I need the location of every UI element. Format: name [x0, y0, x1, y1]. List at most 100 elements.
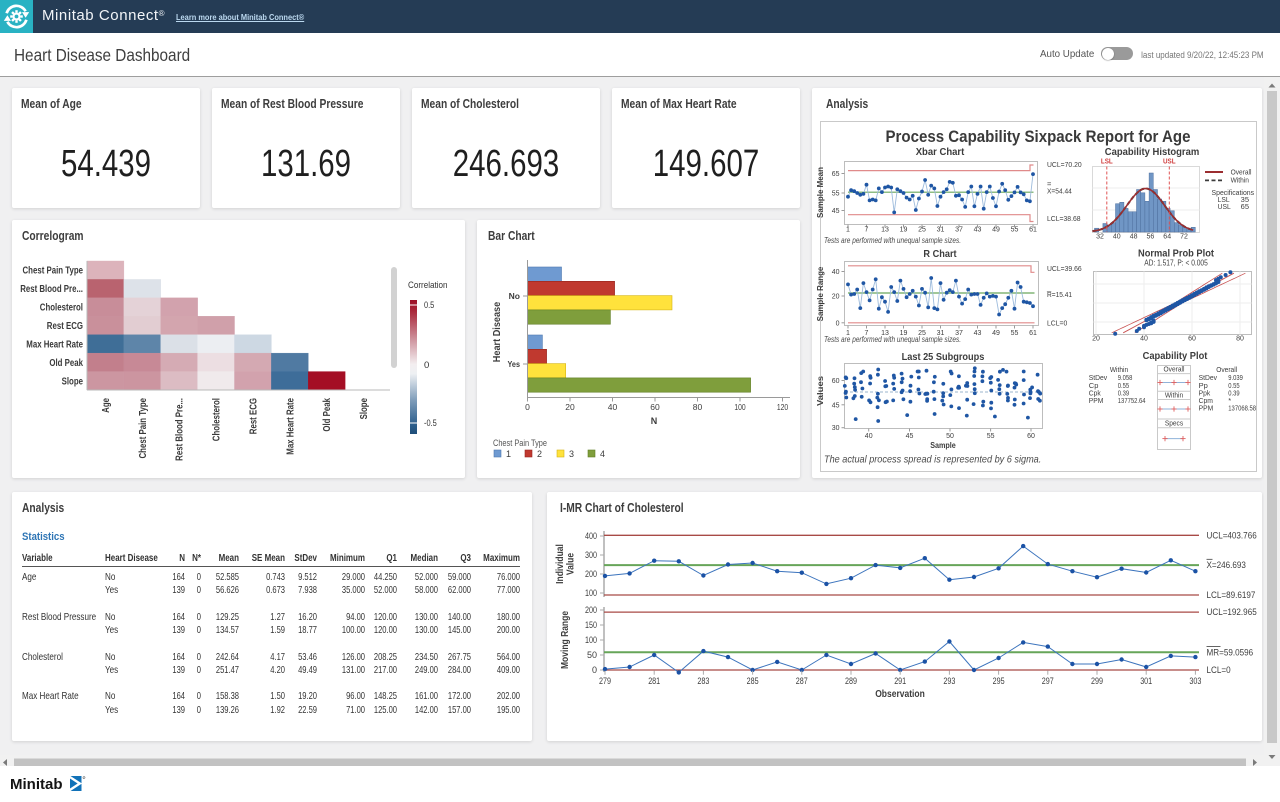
svg-text:Process Capability Sixpack Rep: Process Capability Sixpack Report for Ag…	[886, 127, 1191, 146]
svg-text:300: 300	[585, 550, 597, 560]
svg-text:43: 43	[974, 227, 982, 234]
svg-text:31: 31	[937, 227, 945, 234]
svg-text:60: 60	[650, 402, 660, 412]
svg-text:303: 303	[1189, 676, 1201, 686]
svg-text:13: 13	[881, 227, 889, 234]
svg-text:N: N	[651, 416, 658, 426]
svg-text:Moving Range: Moving Range	[560, 611, 571, 669]
svg-text:Within: Within	[1165, 391, 1183, 400]
svg-text:LCL=89.6197: LCL=89.6197	[1207, 590, 1256, 600]
svg-text:100: 100	[585, 588, 597, 598]
svg-text:LCL=0: LCL=0	[1047, 319, 1067, 328]
svg-text:PPM: PPM	[1199, 404, 1214, 413]
svg-text:50: 50	[946, 433, 954, 440]
svg-text:64: 64	[1163, 234, 1171, 241]
svg-text:40: 40	[1140, 336, 1148, 343]
svg-text:Old Peak: Old Peak	[49, 358, 83, 369]
svg-text:Age: Age	[101, 398, 112, 413]
svg-text:100: 100	[585, 635, 597, 645]
svg-text:19: 19	[900, 227, 908, 234]
svg-text:-0.5: -0.5	[424, 418, 437, 429]
svg-text:Rest Blood Pre...: Rest Blood Pre...	[175, 398, 186, 461]
svg-text:Old Peak: Old Peak	[322, 398, 333, 432]
svg-text:65: 65	[1241, 202, 1249, 211]
svg-text:287: 287	[796, 676, 808, 686]
svg-text:65: 65	[832, 171, 840, 178]
svg-text:55: 55	[1011, 227, 1019, 234]
svg-text:3: 3	[569, 449, 574, 459]
svg-text:Individual: Individual	[555, 544, 566, 584]
svg-text:LCL=0: LCL=0	[1207, 665, 1231, 675]
svg-text:LCL=38.68: LCL=38.68	[1047, 214, 1081, 223]
svg-text:0: 0	[592, 665, 597, 675]
svg-text:Chest Pain Type: Chest Pain Type	[138, 398, 149, 459]
svg-text:Sample: Sample	[930, 441, 956, 450]
svg-text:LSL: LSL	[1101, 159, 1114, 166]
svg-text:Yes: Yes	[508, 359, 521, 369]
svg-text:137752.64: 137752.64	[1118, 396, 1146, 405]
svg-text:UCL=192.965: UCL=192.965	[1207, 607, 1257, 617]
svg-text:285: 285	[747, 676, 759, 686]
svg-text:AD: 1.517, P: < 0.005: AD: 1.517, P: < 0.005	[1144, 258, 1208, 268]
svg-text:289: 289	[845, 676, 857, 686]
svg-text:Correlation: Correlation	[408, 280, 448, 291]
svg-text:Tests are performed with unequ: Tests are performed with unequal sample …	[824, 335, 961, 344]
svg-text:Chest Pain Type: Chest Pain Type	[493, 438, 547, 448]
svg-text:55: 55	[1011, 330, 1019, 337]
svg-text:40: 40	[832, 269, 840, 276]
svg-text:43: 43	[974, 330, 982, 337]
svg-text:R Chart: R Chart	[923, 249, 957, 260]
svg-text:Specs: Specs	[1165, 419, 1184, 428]
svg-text:7: 7	[865, 227, 869, 234]
svg-text:Capability Plot: Capability Plot	[1143, 351, 1208, 362]
svg-text:Max Heart Rate: Max Heart Rate	[26, 339, 83, 350]
svg-text:Slope: Slope	[359, 398, 370, 420]
svg-text:291: 291	[894, 676, 906, 686]
svg-text:Observation: Observation	[875, 689, 925, 700]
svg-text:50: 50	[587, 650, 597, 660]
svg-text:32: 32	[1096, 234, 1104, 241]
svg-text:40: 40	[1113, 234, 1121, 241]
svg-text:60: 60	[832, 378, 840, 385]
svg-text:USL: USL	[1163, 159, 1176, 166]
svg-text:R=15.41: R=15.41	[1047, 290, 1072, 299]
svg-text:Value: Value	[566, 553, 577, 576]
svg-text:MR=59.0596: MR=59.0596	[1207, 647, 1254, 657]
svg-text:0: 0	[424, 360, 429, 371]
svg-text:Last 25 Subgroups: Last 25 Subgroups	[902, 352, 985, 363]
svg-text:Cholesterol: Cholesterol	[212, 398, 223, 441]
svg-text:0.5: 0.5	[424, 300, 434, 311]
svg-text:137068.58: 137068.58	[1228, 404, 1256, 413]
svg-text:Max Heart Rate: Max Heart Rate	[285, 398, 296, 455]
svg-text:283: 283	[697, 676, 709, 686]
svg-text:40: 40	[865, 433, 873, 440]
svg-text:72: 72	[1180, 234, 1188, 241]
svg-text:299: 299	[1091, 676, 1103, 686]
svg-text:45: 45	[832, 208, 840, 215]
svg-text:20: 20	[1092, 336, 1100, 343]
svg-text:295: 295	[993, 676, 1005, 686]
svg-text:UCL=403.766: UCL=403.766	[1207, 530, 1257, 540]
svg-text:301: 301	[1140, 676, 1152, 686]
svg-text:120: 120	[777, 402, 789, 412]
svg-text:Slope: Slope	[62, 376, 84, 387]
svg-text:Overall: Overall	[1164, 365, 1185, 374]
svg-text:20: 20	[832, 294, 840, 301]
svg-text:0: 0	[836, 320, 840, 327]
svg-text:60: 60	[1027, 433, 1035, 440]
svg-text:PPM: PPM	[1089, 396, 1104, 405]
svg-text:55: 55	[832, 191, 840, 198]
svg-text:200: 200	[585, 569, 597, 579]
svg-text:20: 20	[565, 402, 575, 412]
svg-text:279: 279	[599, 676, 611, 686]
svg-text:297: 297	[1042, 676, 1054, 686]
svg-text:Values: Values	[816, 375, 825, 406]
svg-text:1: 1	[846, 227, 850, 234]
svg-text:200: 200	[585, 605, 597, 615]
svg-text:45: 45	[906, 433, 914, 440]
svg-text:45: 45	[832, 402, 840, 409]
svg-text:100: 100	[734, 402, 746, 412]
svg-text:80: 80	[1236, 336, 1244, 343]
svg-text:Rest Blood Pre...: Rest Blood Pre...	[20, 284, 83, 295]
svg-text:X=54.44: X=54.44	[1047, 187, 1072, 196]
